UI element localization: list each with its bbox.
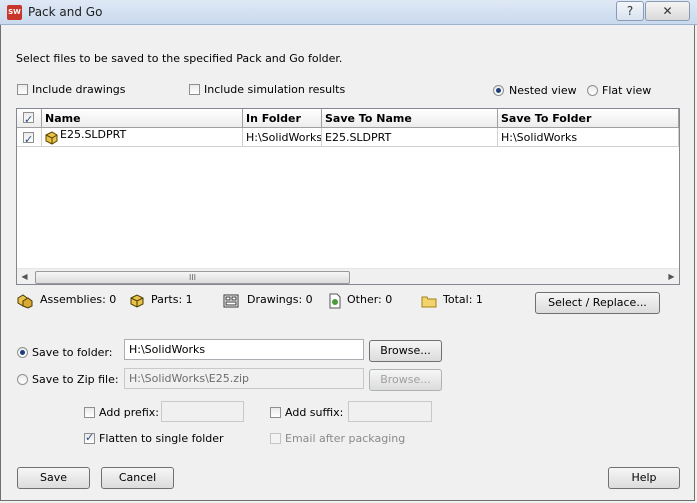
scroll-right-icon[interactable]: ▶ bbox=[664, 269, 679, 284]
flatten-checkbox[interactable] bbox=[84, 431, 95, 444]
prefix-input[interactable] bbox=[161, 401, 244, 422]
add-suffix-label[interactable]: Add suffix: bbox=[285, 406, 343, 419]
drawing-icon bbox=[223, 293, 239, 308]
total-count: Total: 1 bbox=[443, 293, 483, 306]
add-prefix-checkbox[interactable] bbox=[84, 407, 95, 418]
table-cell-save-to-name[interactable]: E25.SLDPRT bbox=[322, 128, 498, 147]
part-icon bbox=[129, 293, 144, 308]
nested-view-label[interactable]: Nested view bbox=[509, 84, 577, 97]
save-to-folder-label[interactable]: Save to folder: bbox=[32, 346, 112, 359]
other-count: Other: 0 bbox=[347, 293, 393, 306]
flatten-label[interactable]: Flatten to single folder bbox=[99, 432, 224, 445]
table-cell-name[interactable]: E25.SLDPRT bbox=[42, 128, 243, 147]
zip-file-input[interactable]: H:\SolidWorks\E25.zip bbox=[124, 368, 364, 389]
solidworks-app-icon: SW bbox=[7, 5, 22, 20]
assembly-icon bbox=[17, 293, 33, 309]
horizontal-scrollbar[interactable]: ◀ III ▶ bbox=[17, 268, 679, 284]
title-bar[interactable]: SW Pack and Go ? ✕ bbox=[0, 0, 697, 25]
email-checkbox[interactable] bbox=[270, 433, 281, 444]
browse-folder-button[interactable]: Browse... bbox=[369, 340, 442, 362]
select-replace-button[interactable]: Select / Replace... bbox=[535, 292, 660, 314]
column-header-in-folder[interactable]: In Folder bbox=[243, 109, 322, 128]
file-name: E25.SLDPRT bbox=[60, 128, 127, 141]
scroll-left-icon[interactable]: ◀ bbox=[17, 269, 32, 284]
parts-count: Parts: 1 bbox=[151, 293, 193, 306]
column-header-name[interactable]: Name bbox=[42, 109, 243, 128]
help-button[interactable]: Help bbox=[608, 467, 680, 489]
part-icon bbox=[44, 130, 59, 145]
other-file-icon bbox=[328, 293, 342, 309]
scroll-thumb[interactable]: III bbox=[35, 271, 350, 284]
save-to-zip-label[interactable]: Save to Zip file: bbox=[32, 373, 119, 386]
include-simulation-checkbox[interactable] bbox=[189, 84, 200, 95]
nested-view-radio[interactable] bbox=[493, 85, 504, 96]
add-prefix-label[interactable]: Add prefix: bbox=[99, 406, 159, 419]
question-icon: ? bbox=[626, 4, 634, 18]
flat-view-label[interactable]: Flat view bbox=[602, 84, 651, 97]
save-to-folder-radio[interactable] bbox=[17, 347, 28, 358]
column-header-save-to-name[interactable]: Save To Name bbox=[322, 109, 498, 128]
drawings-count: Drawings: 0 bbox=[247, 293, 313, 306]
include-drawings-label[interactable]: Include drawings bbox=[32, 83, 126, 96]
cancel-button[interactable]: Cancel bbox=[101, 467, 174, 489]
scroll-grip: III bbox=[188, 273, 197, 282]
table-row bbox=[17, 128, 42, 147]
folder-icon bbox=[421, 294, 437, 308]
select-all-header[interactable] bbox=[17, 109, 42, 128]
include-drawings-checkbox[interactable] bbox=[17, 84, 28, 95]
include-simulation-label[interactable]: Include simulation results bbox=[204, 83, 345, 96]
save-folder-input[interactable]: H:\SolidWorks bbox=[124, 339, 364, 360]
add-suffix-checkbox[interactable] bbox=[270, 407, 281, 418]
table-cell-in-folder[interactable]: H:\SolidWorks bbox=[243, 128, 322, 147]
instructions-text: Select files to be saved to the specifie… bbox=[16, 52, 343, 65]
table-cell-save-to-folder[interactable]: H:\SolidWorks bbox=[498, 128, 679, 147]
column-header-save-to-folder[interactable]: Save To Folder bbox=[498, 109, 679, 128]
flat-view-radio[interactable] bbox=[587, 85, 598, 96]
close-icon: ✕ bbox=[662, 4, 673, 18]
suffix-input[interactable] bbox=[348, 401, 432, 422]
files-table: Name In Folder Save To Name Save To Fold… bbox=[16, 108, 680, 285]
save-to-zip-radio[interactable] bbox=[17, 374, 28, 385]
window-title: Pack and Go bbox=[28, 5, 103, 19]
browse-zip-button[interactable]: Browse... bbox=[369, 369, 442, 391]
row-checkbox[interactable] bbox=[23, 130, 34, 146]
select-all-checkbox[interactable] bbox=[23, 110, 34, 127]
close-button[interactable]: ✕ bbox=[645, 1, 690, 21]
email-label[interactable]: Email after packaging bbox=[285, 432, 405, 445]
title-help-button[interactable]: ? bbox=[616, 1, 644, 21]
save-button[interactable]: Save bbox=[17, 467, 90, 489]
assemblies-count: Assemblies: 0 bbox=[40, 293, 117, 306]
